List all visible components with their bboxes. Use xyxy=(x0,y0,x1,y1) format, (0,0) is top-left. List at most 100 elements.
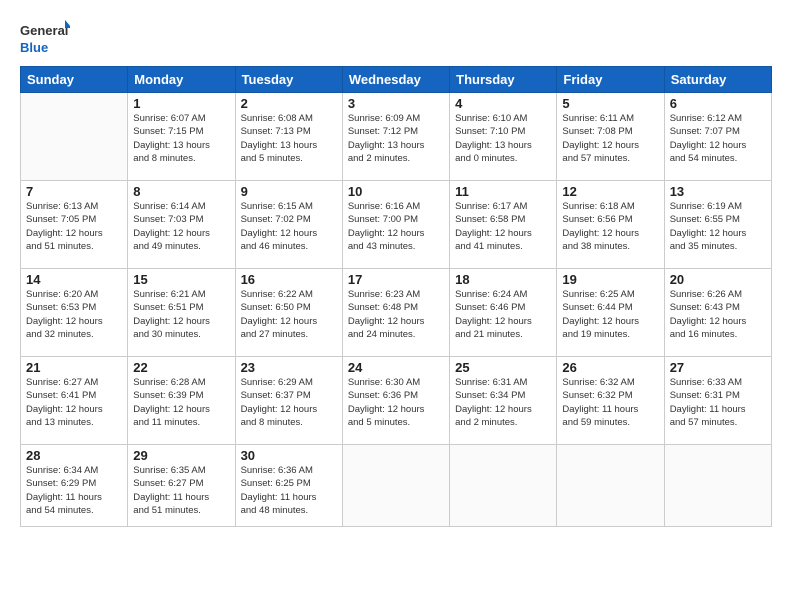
day-cell-2: 2Sunrise: 6:08 AM Sunset: 7:13 PM Daylig… xyxy=(235,93,342,181)
empty-cell xyxy=(21,93,128,181)
day-number: 21 xyxy=(26,360,122,375)
day-cell-8: 8Sunrise: 6:14 AM Sunset: 7:03 PM Daylig… xyxy=(128,181,235,269)
empty-cell xyxy=(557,445,664,527)
logo-svg: General Blue xyxy=(20,18,70,58)
day-number: 12 xyxy=(562,184,658,199)
day-cell-19: 19Sunrise: 6:25 AM Sunset: 6:44 PM Dayli… xyxy=(557,269,664,357)
day-cell-13: 13Sunrise: 6:19 AM Sunset: 6:55 PM Dayli… xyxy=(664,181,771,269)
day-info: Sunrise: 6:13 AM Sunset: 7:05 PM Dayligh… xyxy=(26,200,122,253)
day-cell-23: 23Sunrise: 6:29 AM Sunset: 6:37 PM Dayli… xyxy=(235,357,342,445)
day-cell-27: 27Sunrise: 6:33 AM Sunset: 6:31 PM Dayli… xyxy=(664,357,771,445)
day-info: Sunrise: 6:23 AM Sunset: 6:48 PM Dayligh… xyxy=(348,288,444,341)
day-info: Sunrise: 6:16 AM Sunset: 7:00 PM Dayligh… xyxy=(348,200,444,253)
empty-cell xyxy=(450,445,557,527)
day-info: Sunrise: 6:11 AM Sunset: 7:08 PM Dayligh… xyxy=(562,112,658,165)
empty-cell xyxy=(342,445,449,527)
calendar-table: SundayMondayTuesdayWednesdayThursdayFrid… xyxy=(20,66,772,527)
day-cell-28: 28Sunrise: 6:34 AM Sunset: 6:29 PM Dayli… xyxy=(21,445,128,527)
day-cell-26: 26Sunrise: 6:32 AM Sunset: 6:32 PM Dayli… xyxy=(557,357,664,445)
day-number: 3 xyxy=(348,96,444,111)
day-number: 9 xyxy=(241,184,337,199)
day-cell-30: 30Sunrise: 6:36 AM Sunset: 6:25 PM Dayli… xyxy=(235,445,342,527)
day-cell-3: 3Sunrise: 6:09 AM Sunset: 7:12 PM Daylig… xyxy=(342,93,449,181)
day-info: Sunrise: 6:27 AM Sunset: 6:41 PM Dayligh… xyxy=(26,376,122,429)
day-info: Sunrise: 6:18 AM Sunset: 6:56 PM Dayligh… xyxy=(562,200,658,253)
day-info: Sunrise: 6:22 AM Sunset: 6:50 PM Dayligh… xyxy=(241,288,337,341)
day-info: Sunrise: 6:26 AM Sunset: 6:43 PM Dayligh… xyxy=(670,288,766,341)
day-number: 18 xyxy=(455,272,551,287)
day-cell-18: 18Sunrise: 6:24 AM Sunset: 6:46 PM Dayli… xyxy=(450,269,557,357)
calendar-page: General Blue SundayMondayTuesdayWednesda… xyxy=(0,0,792,612)
day-info: Sunrise: 6:33 AM Sunset: 6:31 PM Dayligh… xyxy=(670,376,766,429)
day-number: 11 xyxy=(455,184,551,199)
day-number: 30 xyxy=(241,448,337,463)
svg-text:General: General xyxy=(20,23,68,38)
day-number: 14 xyxy=(26,272,122,287)
day-header-friday: Friday xyxy=(557,67,664,93)
day-cell-29: 29Sunrise: 6:35 AM Sunset: 6:27 PM Dayli… xyxy=(128,445,235,527)
day-number: 22 xyxy=(133,360,229,375)
day-cell-1: 1Sunrise: 6:07 AM Sunset: 7:15 PM Daylig… xyxy=(128,93,235,181)
day-number: 28 xyxy=(26,448,122,463)
day-number: 16 xyxy=(241,272,337,287)
header: General Blue xyxy=(20,18,772,58)
day-cell-5: 5Sunrise: 6:11 AM Sunset: 7:08 PM Daylig… xyxy=(557,93,664,181)
day-header-monday: Monday xyxy=(128,67,235,93)
day-header-saturday: Saturday xyxy=(664,67,771,93)
day-header-tuesday: Tuesday xyxy=(235,67,342,93)
day-number: 19 xyxy=(562,272,658,287)
day-number: 25 xyxy=(455,360,551,375)
day-info: Sunrise: 6:09 AM Sunset: 7:12 PM Dayligh… xyxy=(348,112,444,165)
day-header-sunday: Sunday xyxy=(21,67,128,93)
day-number: 1 xyxy=(133,96,229,111)
day-info: Sunrise: 6:31 AM Sunset: 6:34 PM Dayligh… xyxy=(455,376,551,429)
day-info: Sunrise: 6:36 AM Sunset: 6:25 PM Dayligh… xyxy=(241,464,337,517)
svg-text:Blue: Blue xyxy=(20,40,48,55)
day-number: 17 xyxy=(348,272,444,287)
day-info: Sunrise: 6:30 AM Sunset: 6:36 PM Dayligh… xyxy=(348,376,444,429)
day-cell-10: 10Sunrise: 6:16 AM Sunset: 7:00 PM Dayli… xyxy=(342,181,449,269)
day-info: Sunrise: 6:19 AM Sunset: 6:55 PM Dayligh… xyxy=(670,200,766,253)
day-info: Sunrise: 6:25 AM Sunset: 6:44 PM Dayligh… xyxy=(562,288,658,341)
day-info: Sunrise: 6:17 AM Sunset: 6:58 PM Dayligh… xyxy=(455,200,551,253)
day-cell-9: 9Sunrise: 6:15 AM Sunset: 7:02 PM Daylig… xyxy=(235,181,342,269)
day-cell-16: 16Sunrise: 6:22 AM Sunset: 6:50 PM Dayli… xyxy=(235,269,342,357)
day-cell-6: 6Sunrise: 6:12 AM Sunset: 7:07 PM Daylig… xyxy=(664,93,771,181)
day-info: Sunrise: 6:14 AM Sunset: 7:03 PM Dayligh… xyxy=(133,200,229,253)
day-number: 29 xyxy=(133,448,229,463)
day-cell-15: 15Sunrise: 6:21 AM Sunset: 6:51 PM Dayli… xyxy=(128,269,235,357)
day-header-thursday: Thursday xyxy=(450,67,557,93)
day-cell-22: 22Sunrise: 6:28 AM Sunset: 6:39 PM Dayli… xyxy=(128,357,235,445)
day-cell-4: 4Sunrise: 6:10 AM Sunset: 7:10 PM Daylig… xyxy=(450,93,557,181)
day-info: Sunrise: 6:21 AM Sunset: 6:51 PM Dayligh… xyxy=(133,288,229,341)
day-cell-25: 25Sunrise: 6:31 AM Sunset: 6:34 PM Dayli… xyxy=(450,357,557,445)
week-row-1: 1Sunrise: 6:07 AM Sunset: 7:15 PM Daylig… xyxy=(21,93,772,181)
day-number: 10 xyxy=(348,184,444,199)
day-info: Sunrise: 6:07 AM Sunset: 7:15 PM Dayligh… xyxy=(133,112,229,165)
day-number: 8 xyxy=(133,184,229,199)
day-number: 6 xyxy=(670,96,766,111)
day-number: 23 xyxy=(241,360,337,375)
day-info: Sunrise: 6:28 AM Sunset: 6:39 PM Dayligh… xyxy=(133,376,229,429)
day-number: 5 xyxy=(562,96,658,111)
day-info: Sunrise: 6:20 AM Sunset: 6:53 PM Dayligh… xyxy=(26,288,122,341)
day-cell-12: 12Sunrise: 6:18 AM Sunset: 6:56 PM Dayli… xyxy=(557,181,664,269)
day-info: Sunrise: 6:32 AM Sunset: 6:32 PM Dayligh… xyxy=(562,376,658,429)
day-cell-14: 14Sunrise: 6:20 AM Sunset: 6:53 PM Dayli… xyxy=(21,269,128,357)
week-row-3: 14Sunrise: 6:20 AM Sunset: 6:53 PM Dayli… xyxy=(21,269,772,357)
day-number: 4 xyxy=(455,96,551,111)
empty-cell xyxy=(664,445,771,527)
day-info: Sunrise: 6:15 AM Sunset: 7:02 PM Dayligh… xyxy=(241,200,337,253)
header-row: SundayMondayTuesdayWednesdayThursdayFrid… xyxy=(21,67,772,93)
day-info: Sunrise: 6:12 AM Sunset: 7:07 PM Dayligh… xyxy=(670,112,766,165)
week-row-4: 21Sunrise: 6:27 AM Sunset: 6:41 PM Dayli… xyxy=(21,357,772,445)
day-number: 2 xyxy=(241,96,337,111)
day-number: 7 xyxy=(26,184,122,199)
day-number: 24 xyxy=(348,360,444,375)
day-number: 13 xyxy=(670,184,766,199)
day-info: Sunrise: 6:10 AM Sunset: 7:10 PM Dayligh… xyxy=(455,112,551,165)
day-number: 20 xyxy=(670,272,766,287)
week-row-5: 28Sunrise: 6:34 AM Sunset: 6:29 PM Dayli… xyxy=(21,445,772,527)
day-number: 27 xyxy=(670,360,766,375)
day-cell-20: 20Sunrise: 6:26 AM Sunset: 6:43 PM Dayli… xyxy=(664,269,771,357)
